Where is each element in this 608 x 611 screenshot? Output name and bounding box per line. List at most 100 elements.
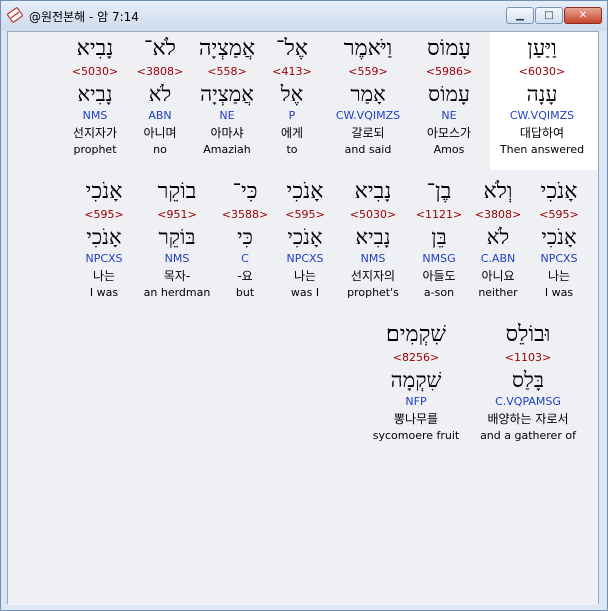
lexical-form: בָּלַס — [512, 368, 544, 392]
korean-gloss: 아모스가 — [426, 126, 472, 140]
title-bar[interactable]: @원전본해 - 암 7:14 ▁ □ ✕ — [1, 1, 607, 31]
lexical-form: לֹא — [486, 225, 510, 249]
korean-gloss: 아니요 — [481, 269, 515, 283]
lexical-form: נָבִיא — [77, 82, 113, 106]
hebrew-word: אָנֹכִי — [286, 179, 324, 204]
parsing-code: NPCXS — [85, 252, 123, 265]
strong-number[interactable]: <558> — [192, 64, 262, 80]
strong-number[interactable]: <595> — [274, 207, 336, 223]
word-block[interactable]: וַיֹּאמֶר <559> אָמַר CW.VQIMZS 갈로되 and … — [326, 32, 410, 158]
lexical-form: אָנֹכִי — [86, 225, 122, 249]
lexical-form: בּוֹקֵר — [158, 225, 196, 249]
parsing-code: NMS — [82, 109, 108, 122]
english-gloss: prophet's — [347, 286, 399, 299]
lexical-form: לֹא — [148, 82, 172, 106]
english-gloss: and a gatherer of — [480, 429, 576, 442]
english-gloss: no — [153, 143, 167, 156]
english-gloss: Then answered — [499, 143, 585, 156]
hebrew-word: נָבִיא — [354, 179, 392, 204]
strong-number[interactable]: <5986> — [416, 64, 482, 80]
hebrew-word: וְלֹא — [483, 179, 513, 204]
korean-gloss: 목자- — [163, 269, 191, 283]
parsing-code: NMS — [360, 252, 386, 265]
strong-number[interactable]: <3588> — [218, 207, 272, 223]
hebrew-word: עָמוֹס — [427, 36, 471, 61]
app-window: @원전본해 - 암 7:14 ▁ □ ✕ וַיַּעַן <6030> עָנ… — [0, 0, 608, 611]
hebrew-word: בוֹקֵר — [157, 179, 197, 204]
window-title: @원전본해 - 암 7:14 — [29, 10, 139, 24]
word-block[interactable]: בֶן־ <1121> בֵּן NMSG 아들도 a-son — [410, 177, 468, 301]
close-icon: ✕ — [578, 10, 588, 21]
korean-gloss: 나는 — [293, 269, 317, 283]
maximize-button[interactable]: □ — [535, 7, 563, 24]
strong-number[interactable]: <951> — [138, 207, 216, 223]
parsing-code: C.VQPAMSG — [495, 395, 561, 408]
lexical-form: אֲמַצְיָה — [200, 82, 254, 106]
korean-gloss: -요 — [237, 269, 253, 283]
parsing-code: NE — [219, 109, 235, 122]
strong-number[interactable]: <1121> — [410, 207, 468, 223]
english-gloss: but — [235, 286, 255, 299]
english-gloss: a-son — [423, 286, 455, 299]
strong-number[interactable]: <6030> — [491, 64, 593, 80]
korean-gloss: 나는 — [547, 269, 571, 283]
strong-number[interactable]: <1103> — [476, 350, 580, 366]
strong-number[interactable]: <559> — [326, 64, 410, 80]
strong-number[interactable]: <8256> — [366, 350, 466, 366]
parsing-code: NMSG — [422, 252, 456, 265]
hebrew-word: וַיֹּאמֶר — [343, 36, 393, 61]
minimize-icon: ▁ — [516, 10, 524, 21]
english-gloss: Amaziah — [203, 143, 251, 156]
lexical-form: שִׁקְמָה — [390, 368, 442, 392]
word-block[interactable]: אָנֹכִי <595> אָנֹכִי NPCXS 나는 was I — [274, 177, 336, 301]
hebrew-word: אֶל־ — [276, 36, 308, 61]
strong-number[interactable]: <595> — [528, 207, 590, 223]
word-block[interactable]: עָמוֹס <5986> עָמוֹס NE 아모스가 Amos — [416, 32, 482, 158]
word-block[interactable]: לֹא־ <3808> לֹא ABN 아니며 no — [130, 32, 190, 158]
parsing-code: C.ABN — [480, 252, 516, 265]
strong-number[interactable]: <3808> — [130, 64, 190, 80]
word-block[interactable]: אָנֹכִי <595> אָנֹכִי NPCXS 나는 I was — [72, 177, 136, 301]
word-block[interactable]: וּבוֹלֵס <1103> בָּלַס C.VQPAMSG 배양하는 자로… — [476, 320, 580, 444]
word-block[interactable]: וַיַּעַן <6030> עָנָה CW.VQIMZS 대답하여 The… — [491, 32, 593, 170]
lexical-form: נָבִיא — [355, 225, 391, 249]
hebrew-word: נָבִיא — [76, 36, 114, 61]
hebrew-word: אָנֹכִי — [540, 179, 578, 204]
word-block[interactable]: אֲמַצְיָה <558> אֲמַצְיָה NE 아마샤 Amaziah — [192, 32, 262, 158]
hebrew-word: אֲמַצְיָה — [198, 36, 256, 61]
minimize-button[interactable]: ▁ — [506, 7, 534, 24]
word-block[interactable]: אֶל־ <413> אֶל P 에게 to — [262, 32, 322, 158]
english-gloss: Amos — [433, 143, 465, 156]
parsing-code: CW.VQIMZS — [335, 109, 401, 122]
word-block[interactable]: שִׁקְמִים׃ <8256> שִׁקְמָה NFP 뽕나무를 syco… — [366, 320, 466, 444]
korean-gloss: 선지자의 — [350, 269, 396, 283]
korean-gloss: 아마샤 — [210, 126, 244, 140]
korean-gloss: 아들도 — [422, 269, 456, 283]
word-block[interactable]: נָבִיא <5030> נָבִיא NMS 선지자가 prophet — [62, 32, 128, 158]
hebrew-word: שִׁקְמִים׃ — [386, 322, 446, 347]
word-block[interactable]: נָבִיא <5030> נָבִיא NMS 선지자의 prophet's — [338, 177, 408, 301]
strong-number[interactable]: <3808> — [468, 207, 528, 223]
word-block[interactable]: בוֹקֵר <951> בּוֹקֵר NMS 목자- an herdman — [138, 177, 216, 301]
close-button[interactable]: ✕ — [564, 7, 602, 24]
english-gloss: to — [286, 143, 298, 156]
bible-app-icon — [7, 7, 23, 23]
strong-number[interactable]: <595> — [72, 207, 136, 223]
strong-number[interactable]: <5030> — [62, 64, 128, 80]
english-gloss: was I — [290, 286, 320, 299]
english-gloss: neither — [478, 286, 518, 299]
english-gloss: I was — [89, 286, 119, 299]
parsing-code: ABN — [148, 109, 172, 122]
hebrew-word: כִּי־ — [232, 179, 258, 204]
word-block[interactable]: כִּי־ <3588> כִּי C -요 but — [218, 177, 272, 301]
hebrew-word: וַיַּעַן — [527, 36, 557, 61]
word-block[interactable]: וְלֹא <3808> לֹא C.ABN 아니요 neither — [468, 177, 528, 301]
hebrew-word: וּבוֹלֵס — [505, 322, 551, 347]
word-block[interactable]: אָנֹכִי <595> אָנֹכִי NPCXS 나는 I was — [528, 177, 590, 301]
lexical-form: בֵּן — [431, 225, 447, 249]
strong-number[interactable]: <5030> — [338, 207, 408, 223]
strong-number[interactable]: <413> — [262, 64, 322, 80]
lexical-form: אָמַר — [350, 82, 386, 106]
hebrew-word: בֶן־ — [426, 179, 452, 204]
lexical-form: כִּי — [237, 225, 253, 249]
